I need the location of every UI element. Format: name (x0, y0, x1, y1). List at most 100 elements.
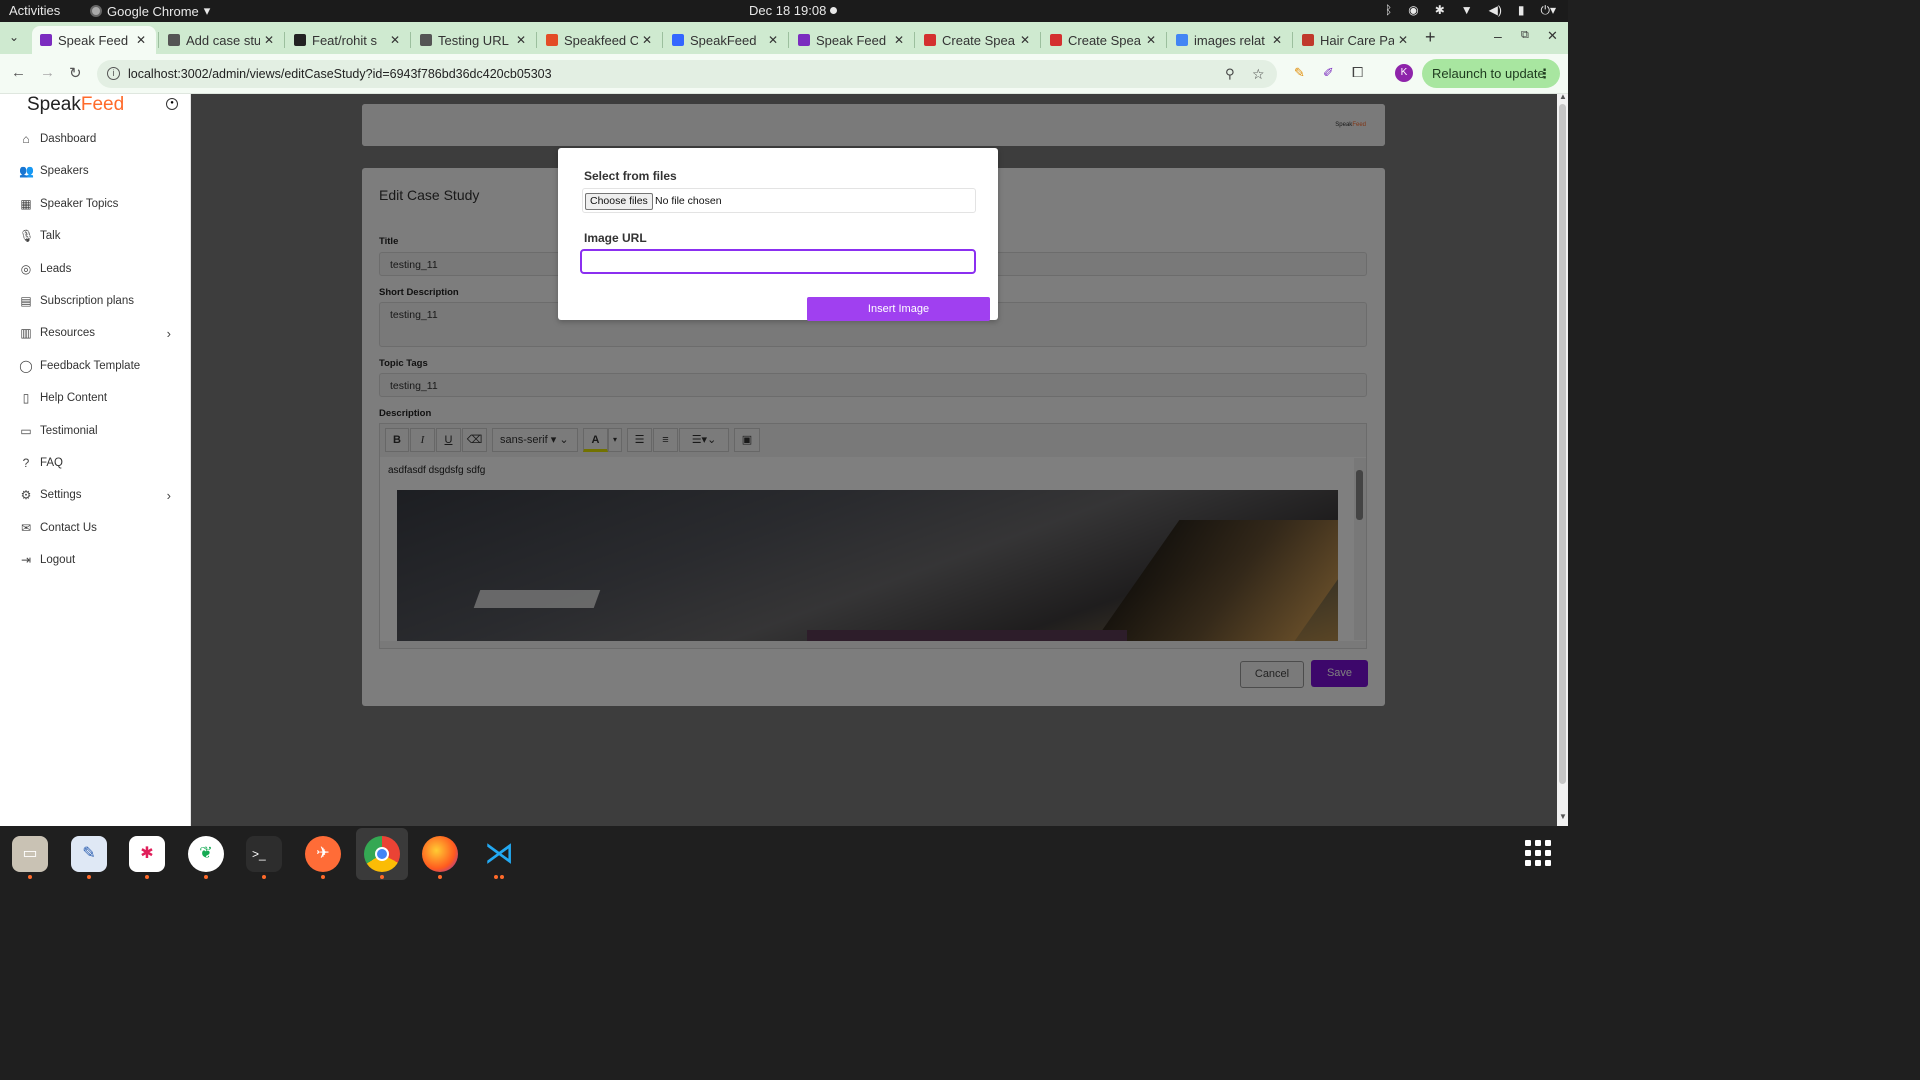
close-tab-icon[interactable]: ✕ (136, 33, 146, 47)
new-tab-button[interactable]: + (1425, 27, 1436, 48)
browser-tab[interactable]: Speakfeed C ✕ (538, 26, 658, 54)
system-tray[interactable]: ᛒ ◉ ✱ ▼ ◀) ▮ ⏻▾ (1385, 3, 1556, 18)
volume-icon: ◀) (1488, 3, 1502, 17)
sidebar-item[interactable]: 👥 Speakers (19, 159, 179, 183)
activities-button[interactable]: Activities (9, 3, 60, 18)
browser-tab[interactable]: Create Spea ✕ (1042, 26, 1162, 54)
browser-tab[interactable]: Testing URL ✕ (412, 26, 532, 54)
restore-icon[interactable]: ⧉ (1521, 29, 1529, 42)
tab-title: SpeakFeed (690, 32, 757, 48)
terminal-app-icon[interactable]: >_ (246, 836, 282, 872)
browser-tab[interactable]: Hair Care Pa ✕ (1294, 26, 1414, 54)
browser-tab[interactable]: SpeakFeed ✕ (664, 26, 784, 54)
image-url-input[interactable] (580, 249, 976, 274)
browser-tab[interactable]: Speak Feed ✕ (790, 26, 910, 54)
close-tab-icon[interactable]: ✕ (1398, 33, 1408, 47)
chrome-app-icon[interactable] (364, 836, 400, 872)
sidebar-item[interactable]: ◯ Feedback Template (19, 354, 179, 378)
forward-icon[interactable]: → (40, 64, 55, 81)
extensions-puzzle-icon[interactable]: ⧠ (1352, 64, 1363, 81)
app-name: Google Chrome (107, 3, 199, 19)
browser-tab[interactable]: Speak Feed ✕ (32, 26, 156, 54)
close-tab-icon[interactable]: ✕ (894, 33, 904, 47)
sidebar-item[interactable]: ✉ Contact Us (19, 516, 179, 540)
bookmark-star-icon[interactable]: ☆ (1252, 60, 1265, 88)
close-tab-icon[interactable]: ✕ (768, 33, 778, 47)
firefox-app-icon[interactable] (422, 836, 458, 872)
tab-search-icon[interactable]: ⌄ (9, 30, 19, 44)
minimize-icon[interactable]: – (1494, 28, 1502, 44)
tab-title: Speak Feed (58, 32, 129, 48)
more-vertical-icon: ⋮ (1538, 66, 1551, 81)
relaunch-button[interactable]: Relaunch to update ⋮ (1422, 59, 1560, 88)
sidebar-item[interactable]: ? FAQ (19, 451, 179, 475)
sidebar-item[interactable]: ▥ Resources › (19, 321, 179, 345)
close-tab-icon[interactable]: ✕ (516, 33, 526, 47)
users-icon: 👥 (19, 164, 34, 179)
vscode-app-icon[interactable]: ⋊ (481, 836, 517, 872)
close-window-icon[interactable]: ✕ (1547, 28, 1558, 44)
clock[interactable]: Dec 18 19:08 (749, 3, 826, 18)
text-editor-app-icon[interactable]: ✎ (71, 836, 107, 872)
page-scrollbar[interactable]: ▲ ▼ (1557, 92, 1568, 826)
sidebar-item[interactable]: ◎ Leads (19, 257, 179, 281)
tab-separator (788, 32, 789, 48)
close-tab-icon[interactable]: ✕ (390, 33, 400, 47)
files-app-icon[interactable]: ▭ (12, 836, 48, 872)
sidebar-toggle-icon[interactable]: ● (166, 98, 178, 110)
sidebar-item[interactable]: ▭ Testimonial (19, 419, 179, 443)
message-square-icon: ▭ (20, 423, 32, 438)
browser-tab[interactable]: images relat ✕ (1168, 26, 1288, 54)
slack-app-icon[interactable]: ✱ (129, 836, 165, 872)
sidebar-item[interactable]: ▦ Speaker Topics (19, 192, 179, 216)
browser-tab[interactable]: Feat/rohit s ✕ (286, 26, 406, 54)
notification-dot (830, 7, 837, 14)
target-icon: ◎ (20, 261, 32, 276)
sidebar-item-label: Speaker Topics (40, 197, 119, 210)
help-circle-icon: ? (22, 456, 30, 470)
zoom-icon[interactable]: ⚲ (1225, 60, 1235, 88)
sidebar-item[interactable]: ▤ Subscription plans (19, 289, 179, 313)
browser-tab[interactable]: Add case stu ✕ (160, 26, 280, 54)
postman-app-icon[interactable]: ✈ (305, 836, 341, 872)
sidebar-item[interactable]: 🎙 Talk (19, 224, 179, 248)
relaunch-label: Relaunch to update (1432, 66, 1545, 81)
site-info-icon[interactable]: i (107, 67, 120, 80)
chat-bubble-icon: ◯ (19, 358, 33, 373)
close-tab-icon[interactable]: ✕ (1272, 33, 1282, 47)
profile-avatar[interactable]: K (1395, 64, 1413, 82)
sidebar-item[interactable]: ⇥ Logout (19, 548, 179, 572)
app-menu[interactable]: Google Chrome ▾ (90, 3, 210, 19)
tab-favicon-icon (1302, 34, 1314, 46)
close-tab-icon[interactable]: ✕ (1020, 33, 1030, 47)
close-tab-icon[interactable]: ✕ (264, 33, 274, 47)
close-tab-icon[interactable]: ✕ (1146, 33, 1156, 47)
reload-icon[interactable]: ↻ (69, 64, 82, 82)
power-icon: ⏻▾ (1540, 3, 1556, 17)
extension-brush-icon[interactable]: ✐ (1323, 65, 1334, 81)
mongodb-compass-app-icon[interactable]: ❦ (188, 836, 224, 872)
image-url-label: Image URL (584, 231, 647, 245)
show-apps-grid-icon[interactable] (1525, 840, 1551, 866)
sidebar-item-label: Leads (40, 262, 72, 275)
extension-pen-icon[interactable]: ✎ (1294, 65, 1305, 81)
battery-icon: ▮ (1517, 3, 1525, 17)
file-input[interactable]: Choose files No file chosen (582, 188, 976, 213)
choose-files-button[interactable]: Choose files (585, 193, 653, 210)
tab-favicon-icon (294, 34, 306, 46)
insert-image-button[interactable]: Insert Image (807, 297, 990, 321)
tab-title: Add case stu (186, 32, 260, 48)
book-icon: ▥ (20, 326, 32, 341)
close-tab-icon[interactable]: ✕ (642, 33, 652, 47)
sidebar-item[interactable]: ⚙ Settings › (19, 483, 179, 507)
microphone-icon: 🎙 (19, 229, 35, 244)
back-icon[interactable]: ← (11, 64, 26, 81)
browser-tab[interactable]: Create Spea ✕ (916, 26, 1036, 54)
sidebar-item-label: Contact Us (40, 521, 97, 534)
tab-title: Hair Care Pa (1320, 32, 1394, 48)
sidebar-item[interactable]: ▯ Help Content (19, 386, 179, 410)
tab-title: Speak Feed (816, 32, 887, 48)
address-bar[interactable]: i localhost:3002/admin/views/editCaseStu… (97, 60, 1277, 88)
sidebar-item[interactable]: ⌂ Dashboard (19, 127, 179, 151)
tab-separator (1292, 32, 1293, 48)
